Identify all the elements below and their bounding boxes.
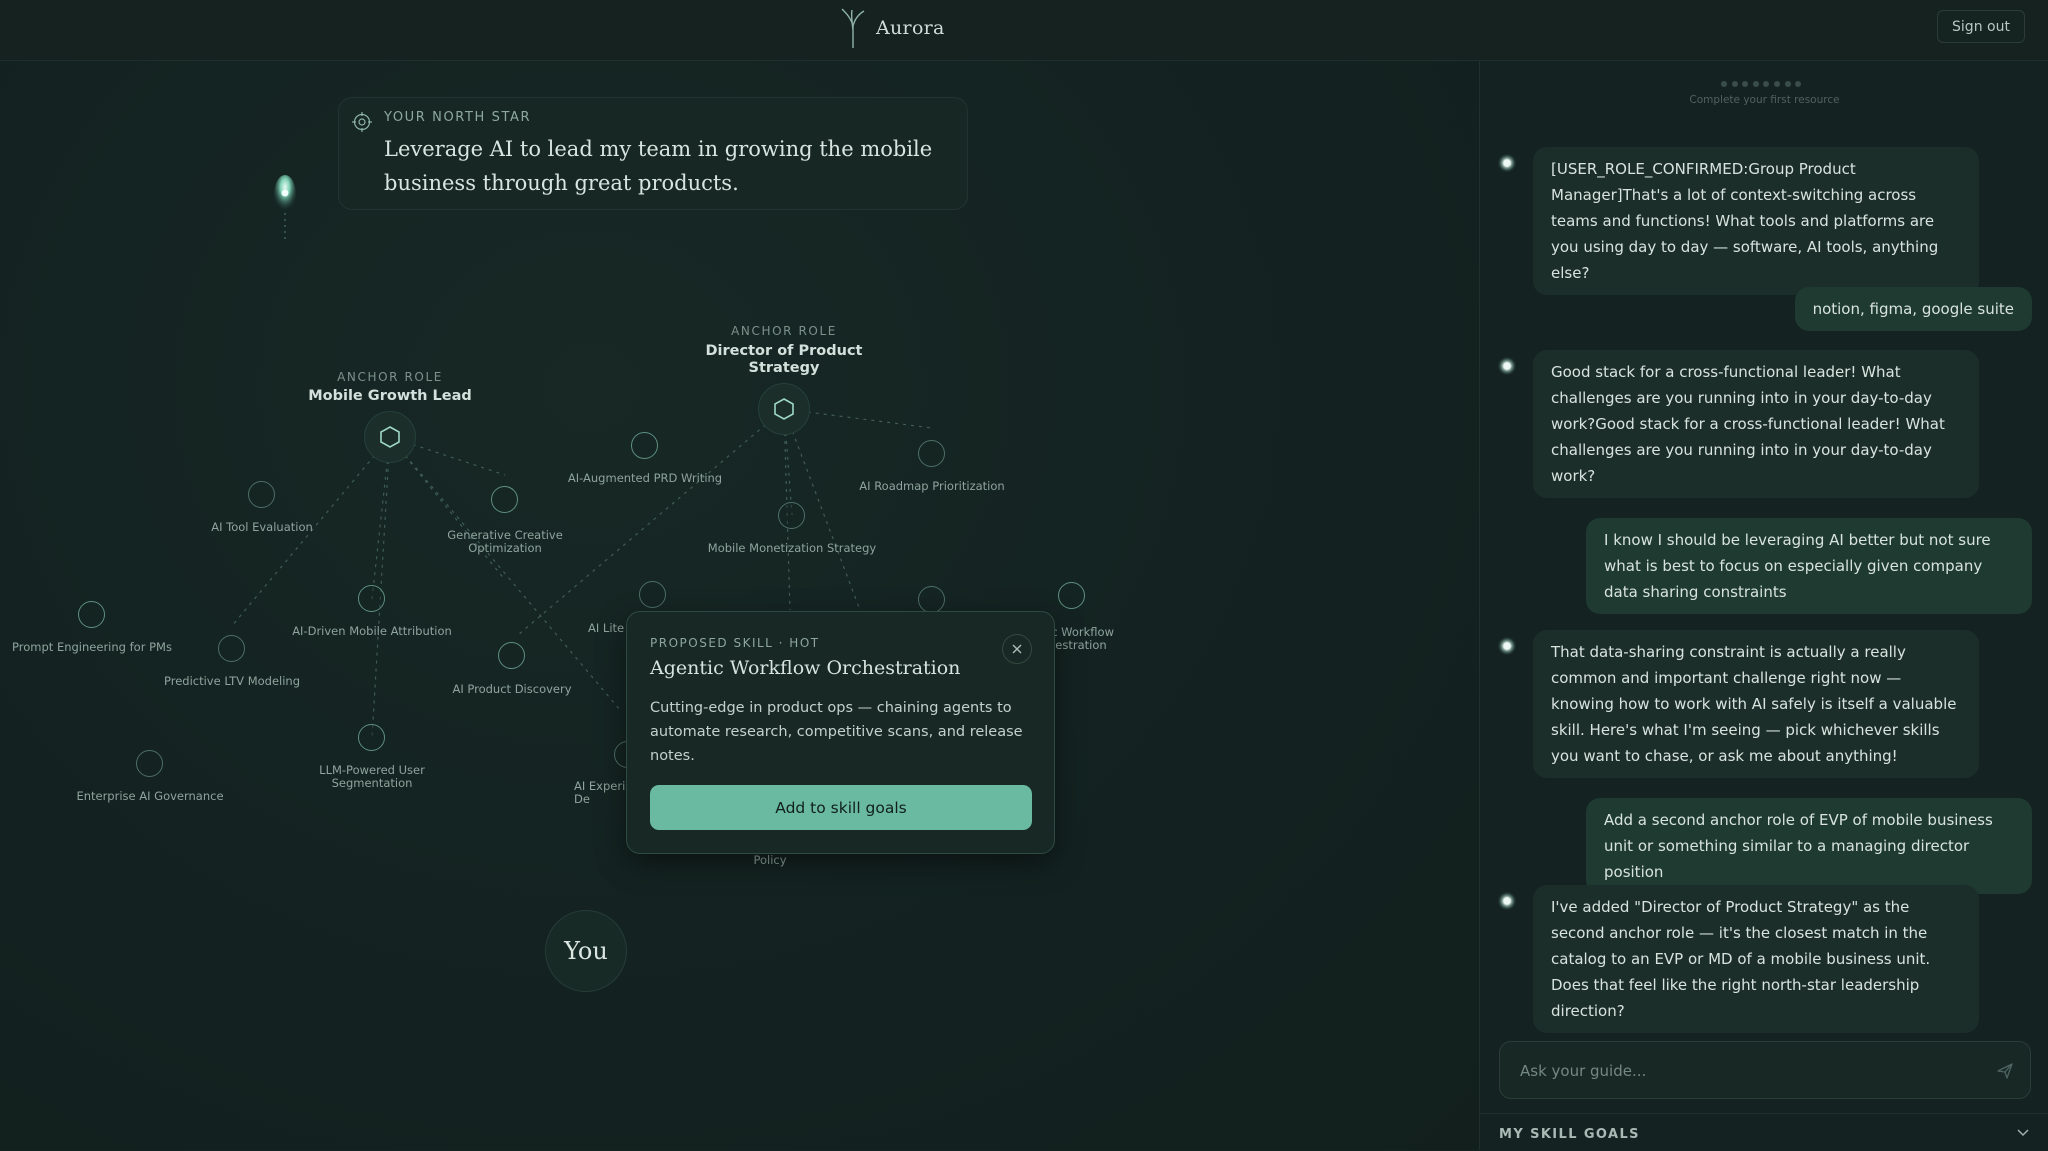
skill-label: AI Experi De [574, 779, 626, 806]
hexagon-icon [774, 398, 794, 420]
skill-label: AI-Augmented PRD Writing [567, 471, 723, 485]
send-icon[interactable] [1996, 1062, 2014, 1080]
add-to-skill-goals-button[interactable]: Add to skill goals [650, 785, 1032, 830]
guide-avatar-icon [1498, 357, 1516, 375]
app-header: Aurora Sign out [0, 0, 2048, 61]
anchor-role-kicker: ANCHOR ROLE [337, 370, 443, 384]
ai-message: Good stack for a cross-functional leader… [1533, 350, 1979, 498]
skill-goals-bar[interactable]: MY SKILL GOALS [1480, 1113, 2048, 1151]
skill-label: AI Lite [588, 621, 625, 635]
user-message: notion, figma, google suite [1794, 287, 2032, 331]
skill-label: AI Tool Evaluation [211, 520, 313, 534]
anchor-role-name: Director of Product Strategy [705, 343, 863, 376]
chevron-down-icon[interactable] [2015, 1124, 2031, 1140]
skill-node[interactable] [218, 635, 245, 662]
proposed-skill-popup: PROPOSED SKILL · HOT Agentic Workflow Or… [626, 611, 1055, 854]
skill-label: LLM-Powered User Segmentation [319, 763, 425, 790]
progress-caption: Complete your first resource [1689, 94, 1840, 106]
guiding-star-icon [274, 175, 296, 239]
skill-node[interactable] [778, 502, 805, 529]
skill-label: AI-Driven Mobile Attribution [292, 624, 452, 638]
skill-node[interactable] [136, 750, 163, 777]
skill-connections [230, 408, 933, 739]
skill-label: Predictive LTV Modeling [163, 674, 301, 688]
chat-input-box[interactable] [1499, 1041, 2031, 1099]
popup-kicker: PROPOSED SKILL · HOT [650, 636, 820, 650]
progress-dot [1752, 81, 1759, 87]
skill-node[interactable] [491, 486, 518, 513]
skill-node[interactable] [358, 585, 385, 612]
skill-node[interactable] [639, 581, 666, 608]
progress-dot [1763, 81, 1770, 87]
skill-node[interactable] [631, 432, 658, 459]
user-message: I know I should be leveraging AI better … [1586, 518, 2032, 614]
skill-goals-title: MY SKILL GOALS [1499, 1127, 1640, 1142]
skill-node[interactable] [1058, 582, 1085, 609]
skill-node[interactable] [248, 481, 275, 508]
guide-avatar-icon [1498, 154, 1516, 172]
north-star-label: YOUR NORTH STAR [384, 110, 532, 125]
ai-message: [USER_ROLE_CONFIRMED:Group Product Manag… [1533, 147, 1979, 295]
skill-map-canvas[interactable]: YOUR NORTH STAR Leverage AI to lead my t… [0, 61, 1479, 1150]
skill-node[interactable] [358, 724, 385, 751]
hexagon-icon [380, 426, 400, 448]
popup-title: Agentic Workflow Orchestration [650, 657, 961, 679]
sign-out-button[interactable]: Sign out [1937, 10, 2025, 43]
progress-dot [1742, 81, 1749, 87]
progress-dot [1784, 81, 1791, 87]
skill-label: AI Roadmap Prioritization [859, 479, 1005, 493]
skill-node[interactable] [918, 586, 945, 613]
ai-message: That data-sharing constraint is actually… [1533, 630, 1979, 778]
anchor-node-director-product-strategy[interactable] [758, 383, 810, 435]
progress-dot [1731, 81, 1738, 87]
brand[interactable]: Aurora [840, 6, 945, 50]
progress-dot [1721, 81, 1727, 87]
skill-label: Generative Creative Optimization [447, 528, 563, 555]
popup-description: Cutting-edge in product ops — chaining a… [650, 700, 1023, 764]
progress-dot [1773, 81, 1780, 87]
close-icon [1012, 644, 1022, 654]
north-star-text: Leverage AI to lead my team in growing t… [384, 137, 933, 195]
ai-message: I've added "Director of Product Strategy… [1533, 885, 1979, 1033]
guide-avatar-icon [1498, 637, 1516, 655]
you-node[interactable]: You [545, 910, 627, 992]
target-icon [352, 112, 372, 132]
brand-name: Aurora [876, 17, 945, 39]
progress-dot [1795, 81, 1802, 87]
guide-chat-panel: Complete your first resource [USER_ROLE_… [1479, 61, 2048, 1150]
skill-node[interactable] [918, 440, 945, 467]
skill-label: Prompt Engineering for PMs [12, 640, 172, 654]
skill-label: AI Product Discovery [452, 682, 572, 696]
skill-label: Policy [753, 853, 787, 867]
user-message: Add a second anchor role of EVP of mobil… [1586, 798, 2032, 894]
chat-input[interactable] [1518, 1058, 1962, 1084]
anchor-node-mobile-growth-lead[interactable] [364, 411, 416, 463]
north-star-card[interactable]: YOUR NORTH STAR Leverage AI to lead my t… [338, 97, 968, 210]
resource-progress-dots [1721, 81, 1802, 87]
guide-avatar-icon [1498, 892, 1516, 910]
anchor-role-kicker: ANCHOR ROLE [731, 324, 837, 338]
anchor-role-name: Mobile Growth Lead [308, 388, 472, 404]
skill-label: ic Workflow hestration [1048, 625, 1114, 652]
skill-label: Enterprise AI Governance [76, 789, 224, 803]
skill-label: Mobile Monetization Strategy [707, 541, 877, 555]
popup-close-button[interactable] [1002, 634, 1032, 664]
skill-node[interactable] [498, 642, 525, 669]
skill-node[interactable] [78, 601, 105, 628]
aurora-logo-icon [841, 8, 865, 48]
